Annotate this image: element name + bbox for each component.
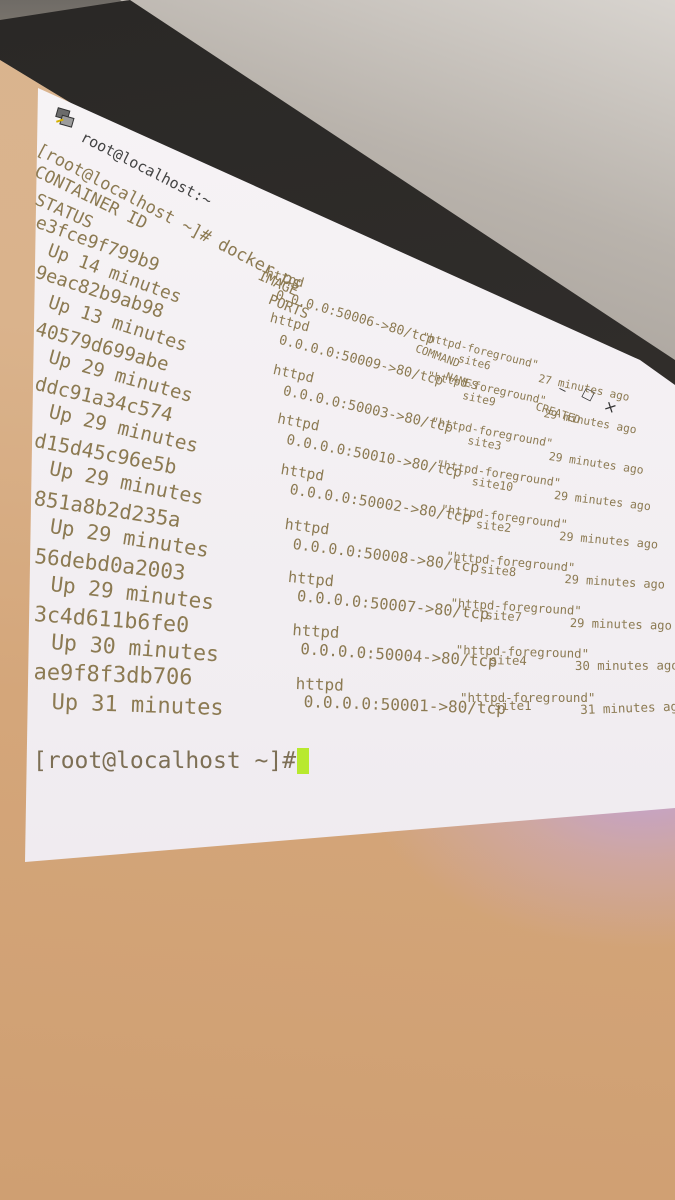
terminal-cursor bbox=[297, 748, 309, 774]
container-created: 29 minutes ago bbox=[569, 615, 673, 633]
container-created: 30 minutes ago bbox=[575, 658, 675, 673]
container-name: site7 bbox=[484, 607, 522, 624]
final-prompt: [root@localhost ~]# bbox=[33, 748, 297, 774]
container-name: site4 bbox=[489, 652, 527, 668]
container-name: site1 bbox=[494, 698, 532, 713]
putty-icon bbox=[55, 107, 75, 128]
container-image: httpd bbox=[291, 621, 340, 643]
container-created: 31 minutes ago bbox=[580, 698, 675, 717]
